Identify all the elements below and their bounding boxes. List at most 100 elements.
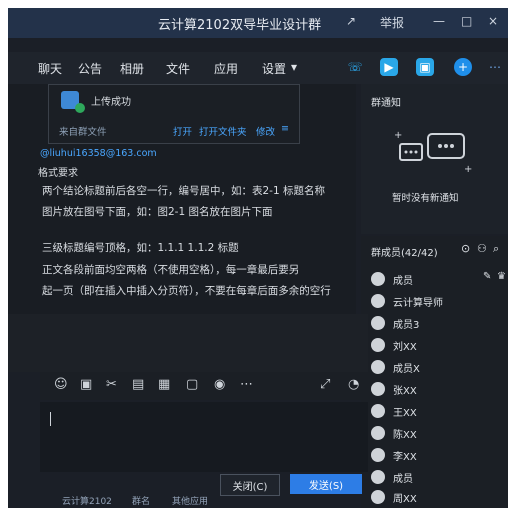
- edit-title-button[interactable]: ↗: [346, 14, 356, 28]
- avatar: [371, 448, 385, 462]
- member-row[interactable]: 成员3: [371, 314, 501, 334]
- message-input[interactable]: [40, 402, 368, 472]
- search-icon[interactable]: ⌕: [493, 242, 499, 256]
- bottom-bar: 云计算2102 群名 其他应用: [62, 494, 302, 508]
- more-icon[interactable]: ⋯: [486, 58, 504, 76]
- member-name: 周XX: [393, 494, 417, 505]
- avatar: [371, 360, 385, 374]
- add-app-icon[interactable]: +: [454, 58, 472, 76]
- image-icon[interactable]: ▦: [158, 377, 170, 392]
- member-title: 群成员(42/42): [371, 248, 438, 259]
- compose-toolbar: ☺ ▣ ✂ ▤ ▦ ▢ ◉ ⋯ ⤢ ◔: [40, 372, 368, 400]
- avatar: [371, 316, 385, 330]
- svg-text:+: +: [464, 164, 472, 175]
- tab-chat[interactable]: 聊天: [38, 60, 62, 77]
- tab-album[interactable]: 相册: [120, 60, 144, 77]
- chat-line-2: 图片放在图号下面，如：图2-1 图名放在图片下面: [42, 206, 273, 218]
- bottom-label-1: 群名: [132, 497, 151, 507]
- message-blur-band: [8, 314, 368, 372]
- bell-icon[interactable]: ◉: [214, 377, 225, 392]
- folder-icon[interactable]: ▤: [132, 377, 144, 392]
- svg-text:+: +: [394, 130, 402, 141]
- text-caret: [50, 412, 51, 426]
- upload-status: 上传成功: [91, 97, 131, 108]
- send-button[interactable]: 发送(S): [290, 474, 362, 494]
- notice-title: 群通知: [371, 98, 401, 109]
- member-row[interactable]: 陈XX: [371, 424, 501, 444]
- group-manage-icon[interactable]: ⊙: [461, 242, 470, 255]
- edit-icon[interactable]: ✎: [483, 271, 491, 282]
- member-name: 成员3: [393, 320, 420, 331]
- chevron-down-icon[interactable]: ▾: [291, 60, 297, 74]
- tab-files[interactable]: 文件: [166, 60, 190, 77]
- top-nav: 聊天 公告 相册 文件 应用 设置 ▾ ☏ ▶ ▣ + ⋯: [8, 52, 508, 84]
- expand-icon[interactable]: ⤢: [320, 377, 330, 392]
- member-name: 王XX: [393, 408, 417, 419]
- open-file-link[interactable]: 打开: [173, 124, 192, 138]
- chat-line-4: 正文各段前面均空两格（不使用空格），每一章最后要另: [42, 264, 300, 276]
- scissors-icon[interactable]: ✂: [106, 377, 117, 392]
- file-card[interactable]: 上传成功 来自群文件 打开 打开文件夹 修改 ≡: [48, 84, 300, 144]
- phone-icon[interactable]: ☏: [346, 58, 364, 76]
- title-bar: 云计算2102双导毕业设计群 ↗ 举报 — □ ×: [8, 8, 508, 38]
- avatar: [371, 338, 385, 352]
- chat-window: 云计算2102双导毕业设计群 ↗ 举报 — □ × 聊天 公告 相册 文件 应用…: [8, 8, 508, 508]
- member-row[interactable]: 李XX: [371, 446, 501, 466]
- member-row[interactable]: 成员X: [371, 358, 501, 378]
- tab-notice[interactable]: 公告: [78, 60, 102, 77]
- owner-icon: ♛: [497, 271, 506, 282]
- member-row[interactable]: 周XX: [371, 488, 501, 508]
- member-name: 李XX: [393, 452, 417, 463]
- member-name: 张XX: [393, 386, 417, 397]
- member-row[interactable]: 成员: [371, 468, 501, 488]
- chat-line-3: 三级标题编号顶格，如：1.1.1 1.1.2 标题: [42, 242, 239, 254]
- member-name: 刘XX: [393, 342, 417, 353]
- avatar: [371, 382, 385, 396]
- more-icon[interactable]: ⋯: [240, 377, 253, 392]
- avatar: [371, 294, 385, 308]
- avatar: [371, 272, 385, 286]
- check-icon: [75, 103, 85, 113]
- member-name: 陈XX: [393, 430, 417, 441]
- member-row[interactable]: 刘XX: [371, 336, 501, 356]
- member-panel: 群成员(42/42) ⊙ ⚇ ⌕ 成员 ✎ ♛ 云计算导师 成员3 刘XX 成员…: [361, 236, 508, 508]
- screen-icon[interactable]: ▢: [186, 377, 198, 392]
- email-line[interactable]: @liuhui16358@163.com: [40, 148, 157, 159]
- avatar: [371, 490, 385, 504]
- member-name: 成员: [393, 474, 413, 485]
- open-folder-link[interactable]: 打开文件夹: [199, 124, 247, 138]
- avatar: [371, 470, 385, 484]
- file-source: 来自群文件: [59, 127, 107, 138]
- close-button[interactable]: 关闭(C): [220, 474, 280, 496]
- avatar: [371, 426, 385, 440]
- avatar: [371, 404, 385, 418]
- maximize-button[interactable]: □: [461, 14, 472, 28]
- member-row[interactable]: 云计算导师: [371, 292, 501, 312]
- report-button[interactable]: 举报: [380, 14, 404, 31]
- member-row[interactable]: 张XX: [371, 380, 501, 400]
- member-name: 成员: [393, 276, 413, 287]
- emoji-icon[interactable]: ☺: [54, 377, 68, 392]
- gif-icon[interactable]: ▣: [80, 377, 92, 392]
- tab-apps[interactable]: 应用: [214, 60, 238, 77]
- history-icon[interactable]: ◔: [348, 377, 359, 392]
- video-icon[interactable]: ▶: [380, 58, 398, 76]
- screen-share-icon[interactable]: ▣: [416, 58, 434, 76]
- member-row[interactable]: 王XX: [371, 402, 501, 422]
- member-row[interactable]: 成员 ✎ ♛: [371, 270, 506, 290]
- menu-icon[interactable]: ≡: [281, 123, 289, 134]
- window-title: 云计算2102双导毕业设计群: [158, 18, 322, 33]
- minimize-button[interactable]: —: [433, 14, 445, 28]
- invite-icon[interactable]: ⚇: [477, 242, 487, 255]
- notice-empty-text: 暂时没有新通知: [392, 193, 459, 204]
- bottom-label-0: 云计算2102: [62, 497, 112, 507]
- edit-file-link[interactable]: 修改: [256, 124, 275, 138]
- member-name: 云计算导师: [393, 298, 443, 309]
- tab-settings[interactable]: 设置: [262, 60, 286, 77]
- chat-line-0: 格式要求: [38, 168, 78, 179]
- close-window-button[interactable]: ×: [488, 14, 498, 28]
- member-name: 成员X: [393, 364, 420, 375]
- chat-line-5: 起一页（即在插入中插入分页符），不要在每章后面多余的空行: [42, 285, 331, 297]
- notice-illustration: + +: [394, 130, 472, 175]
- chat-line-1: 两个结论标题前后各空一行，编号居中，如：表2-1 标题名称: [42, 185, 325, 197]
